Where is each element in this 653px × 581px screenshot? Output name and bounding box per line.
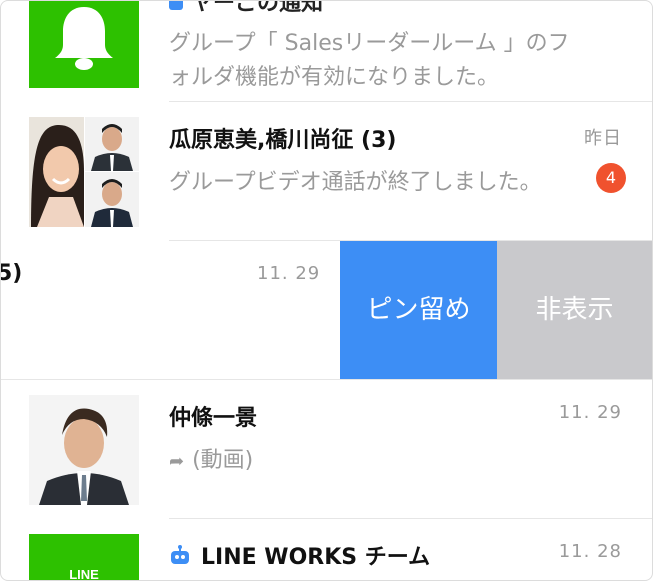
hide-button[interactable]: 非表示 [497, 241, 652, 379]
chat-preview: ➦ (動画) [169, 442, 253, 474]
pin-button[interactable]: ピン留め [340, 241, 497, 379]
chat-list: ヤーごの通知 グループ「 Salesリーダールーム 」のフ ォルダ機能が有効にな… [0, 0, 653, 581]
chat-preview-text: (動画) [192, 448, 254, 473]
person-photo-man-1 [85, 117, 139, 171]
person-avatar [29, 395, 139, 505]
chat-row-notification[interactable]: ヤーごの通知 グループ「 Salesリーダールーム 」のフ ォルダ機能が有効にな… [1, 1, 652, 101]
chat-time: 11. 29 [257, 263, 321, 284]
chat-title: ヤーごの通知 [169, 0, 324, 17]
chat-row-person[interactable]: 仲條一景 11. 29 ➦ (動画) [1, 380, 652, 518]
person-photo-man-2 [85, 172, 139, 227]
chat-time: 11. 29 [558, 402, 622, 423]
group-avatar [29, 117, 139, 227]
bot-icon [171, 545, 189, 564]
chat-time: 11. 28 [558, 541, 622, 562]
chat-title-text: LINE WORKS チーム [201, 545, 431, 570]
chat-title: LINE WORKS チーム [169, 539, 430, 571]
person-photo-man-3 [29, 395, 139, 505]
chat-row-lineworks[interactable]: LINE LINE WORKS チーム 11. 28 [1, 519, 652, 581]
chat-title-icon [169, 1, 183, 10]
forward-arrow-icon: ➦ [169, 451, 185, 472]
chat-row-group[interactable]: 瓜原恵美,橋川尚征 (3) 昨日 グループビデオ通話が終了しました。 4 [1, 102, 652, 240]
bell-icon [55, 7, 113, 70]
chat-time: 昨日 [584, 128, 622, 149]
chat-title: 瓜原恵美,橋川尚征 (3) [169, 128, 397, 153]
chat-title: 仲條一景 [169, 406, 258, 431]
chat-preview-line1: グループ「 Salesリーダールーム 」のフ [169, 31, 570, 56]
chat-title-fragment: 5) [1, 261, 23, 286]
lineworks-avatar-text: LINE [69, 567, 99, 581]
chat-preview-line2: ォルダ機能が有効になりました。 [169, 65, 500, 90]
notification-avatar [29, 1, 139, 88]
lineworks-avatar: LINE [29, 534, 139, 581]
unread-badge: 4 [596, 163, 626, 193]
person-photo-woman [29, 117, 84, 227]
chat-preview: グループビデオ通話が終了しました。 [169, 170, 542, 195]
chat-title-text: ヤーごの通知 [191, 0, 324, 16]
